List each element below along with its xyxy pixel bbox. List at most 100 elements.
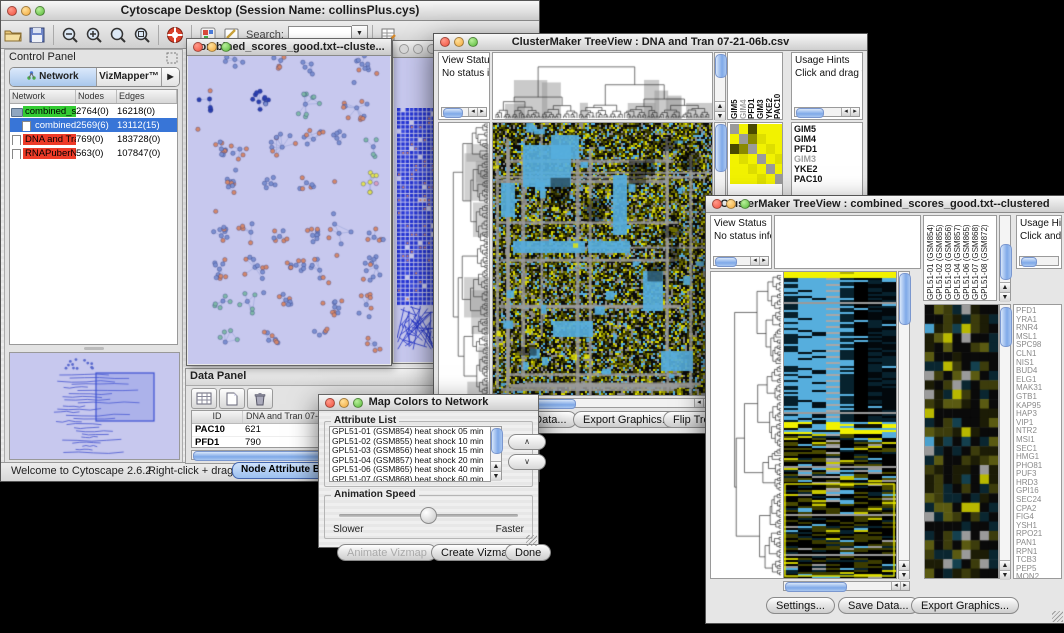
window-controls[interactable] <box>399 44 437 54</box>
column-label[interactable]: PAC10 <box>773 53 782 119</box>
delete-attribute-trash-icon[interactable] <box>247 388 273 409</box>
network1-titlebar[interactable]: combined_scores_good.txt--cluste... <box>187 39 391 56</box>
row-dendrogram[interactable] <box>710 271 783 579</box>
close-button[interactable] <box>325 398 335 408</box>
tab-network[interactable]: Network <box>10 68 97 86</box>
zoom-matrix[interactable] <box>730 124 783 184</box>
network-row[interactable]: combined_scores 2764(0) 16218(0) <box>10 104 177 118</box>
zoom-vscrollbar[interactable]: ▲▼ <box>999 304 1011 579</box>
column-label[interactable]: GIM5 <box>730 53 739 119</box>
zoom-fit-icon[interactable] <box>107 24 129 45</box>
zoom-window-button[interactable] <box>35 6 45 16</box>
close-button[interactable] <box>440 37 450 47</box>
column-label[interactable]: GPL51-07 (GSM868) <box>971 216 980 300</box>
column-label[interactable]: GPL51-08 (GSM872) <box>980 216 989 300</box>
zoom-window-button[interactable] <box>468 37 478 47</box>
matrix-cell[interactable] <box>730 154 739 164</box>
attribute-list-scrollbar[interactable]: ▲▼ <box>490 426 502 480</box>
animate-vizmap-button[interactable]: Animate Vizmap <box>337 544 437 561</box>
gene-label[interactable]: YKE2 <box>794 164 862 174</box>
move-up-button[interactable]: ∧ <box>508 434 546 450</box>
matrix-cell[interactable] <box>739 124 748 134</box>
export-graphics-button[interactable]: Export Graphics... <box>911 597 1019 614</box>
column-dendrogram-empty[interactable] <box>774 215 921 269</box>
matrix-cell[interactable] <box>748 134 757 144</box>
matrix-cell[interactable] <box>766 164 775 174</box>
resize-grip[interactable] <box>1052 611 1063 622</box>
minimize-button[interactable] <box>207 42 217 52</box>
matrix-cell[interactable] <box>748 124 757 134</box>
move-down-button[interactable]: ∨ <box>508 454 546 470</box>
tab-vizmapper[interactable]: VizMapper™ <box>97 68 162 86</box>
attribute-listbox[interactable]: GPL51-01 (GSM854) heat shock 05 minGPL51… <box>329 426 491 482</box>
matrix-cell[interactable] <box>730 124 739 134</box>
window-controls[interactable] <box>7 6 45 16</box>
network-row[interactable]: DNA and Tran 07 769(0) 183728(0) <box>10 132 177 146</box>
matrix-cell[interactable] <box>775 154 783 164</box>
column-tree-scrollbar[interactable]: ▲▼ <box>714 52 726 120</box>
matrix-cell[interactable] <box>748 154 757 164</box>
window-controls[interactable] <box>712 199 750 209</box>
attribute-select-icon[interactable] <box>191 388 217 409</box>
matrix-cell[interactable] <box>757 124 766 134</box>
zoom-window-button[interactable] <box>221 42 231 52</box>
column-dendrogram[interactable] <box>492 52 713 120</box>
zoom-in-icon[interactable] <box>83 24 105 45</box>
row-dendrogram[interactable] <box>438 122 490 396</box>
panel-resize-handle[interactable] <box>84 347 104 350</box>
column-label[interactable]: GPL51-01 (GSM854) <box>926 216 935 300</box>
close-button[interactable] <box>7 6 17 16</box>
matrix-cell[interactable] <box>757 154 766 164</box>
col-header-network[interactable]: Network <box>10 90 76 103</box>
column-label[interactable]: PFD1 <box>747 53 756 119</box>
col-header-nodes[interactable]: Nodes <box>76 90 117 103</box>
matrix-cell[interactable] <box>730 164 739 174</box>
zoom-out-icon[interactable] <box>59 24 81 45</box>
matrix-cell[interactable] <box>757 174 766 184</box>
hints-scrollbar[interactable]: ◂▸ <box>794 107 860 117</box>
minimize-button[interactable] <box>21 6 31 16</box>
minimize-button[interactable] <box>454 37 464 47</box>
matrix-cell[interactable] <box>739 154 748 164</box>
gene-label[interactable]: PAC10 <box>794 174 862 184</box>
matrix-cell[interactable] <box>748 174 757 184</box>
matrix-cell[interactable] <box>739 134 748 144</box>
matrix-cell[interactable] <box>766 174 775 184</box>
matrix-cell[interactable] <box>766 134 775 144</box>
zoom-selected-icon[interactable] <box>131 24 153 45</box>
tab-overflow-arrow[interactable]: ▶ <box>162 68 179 86</box>
save-icon[interactable] <box>26 24 48 45</box>
float-panel-icon[interactable] <box>166 52 178 64</box>
status-scrollbar[interactable]: ◂▸ <box>713 256 769 266</box>
minimize-button[interactable] <box>726 199 736 209</box>
matrix-cell[interactable] <box>757 164 766 174</box>
speed-slider-thumb[interactable] <box>420 507 437 524</box>
matrix-cell[interactable] <box>748 144 757 154</box>
matrix-cell[interactable] <box>766 144 775 154</box>
minimize-button[interactable] <box>339 398 349 408</box>
column-label[interactable]: GPL51-02 (GSM855) <box>935 216 944 300</box>
window-controls[interactable] <box>325 398 363 408</box>
new-attribute-icon[interactable] <box>219 388 245 409</box>
gene-label[interactable]: MON2 <box>1016 573 1061 579</box>
labels-vscrollbar[interactable]: ▲▼ <box>999 215 1011 301</box>
resize-grip[interactable] <box>526 535 537 546</box>
column-label[interactable]: GPL51-04 (GSM857) <box>953 216 962 300</box>
window-controls[interactable] <box>440 37 478 47</box>
gene-label[interactable]: GIM3 <box>794 154 862 164</box>
done-button[interactable]: Done <box>505 544 551 561</box>
matrix-cell[interactable] <box>757 134 766 144</box>
matrix-cell[interactable] <box>739 144 748 154</box>
matrix-cell[interactable] <box>766 154 775 164</box>
matrix-cell[interactable] <box>757 144 766 154</box>
column-label[interactable]: GIM3 <box>756 53 765 119</box>
window-controls[interactable] <box>193 42 231 52</box>
network-row[interactable]: RNAPuberNov2+ 563(0) 107847(0) <box>10 146 177 160</box>
status-scrollbar[interactable]: ◂▸ <box>441 107 487 117</box>
heatmap-main[interactable] <box>492 122 713 396</box>
network-row[interactable]: combined_sco 2569(6) 13112(15) <box>10 118 177 132</box>
matrix-cell[interactable] <box>775 124 783 134</box>
matrix-cell[interactable] <box>775 174 783 184</box>
column-label[interactable]: GPL51-03 (GSM856) <box>944 216 953 300</box>
dialog-titlebar[interactable]: Map Colors to Network <box>319 395 538 411</box>
